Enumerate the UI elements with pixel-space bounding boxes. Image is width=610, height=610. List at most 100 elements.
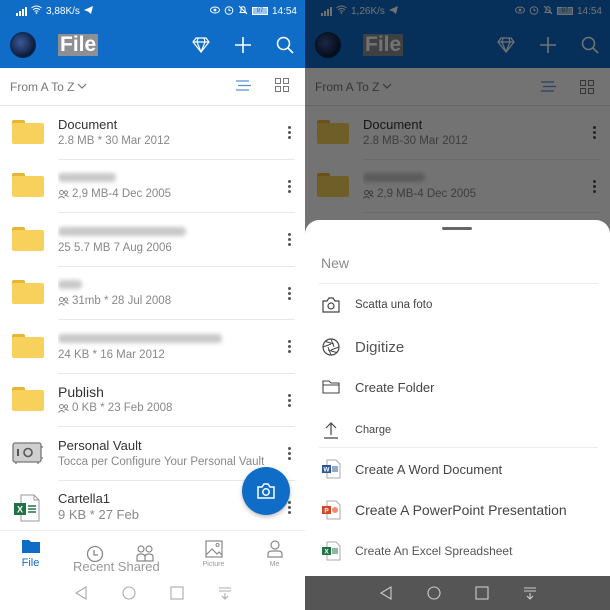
file-row[interactable]: 2,9 MB-4 Dec 2005 xyxy=(0,160,305,214)
app-bar: File xyxy=(305,22,610,68)
search-icon xyxy=(581,36,599,54)
alarm-icon xyxy=(224,5,234,18)
home-icon[interactable] xyxy=(426,586,441,600)
upload-icon xyxy=(324,422,338,439)
file-name-blurred xyxy=(58,280,82,290)
telegram-icon xyxy=(388,5,398,17)
file-row[interactable]: 25 5.7 MB 7 Aug 2006 xyxy=(0,213,305,267)
sheet-item-take-photo[interactable]: Scatta una foto xyxy=(321,290,598,320)
svg-text:W: W xyxy=(323,467,330,474)
nav-pictures[interactable]: Picture xyxy=(183,531,244,576)
sheet-item-upload[interactable]: Charge xyxy=(321,415,598,445)
list-view-icon xyxy=(541,81,556,92)
file-name-blurred xyxy=(58,226,186,236)
file-row[interactable]: Publish 0 KB * 23 Feb 2008 xyxy=(0,374,305,428)
diamond-icon xyxy=(192,37,210,53)
excel-icon: X xyxy=(322,541,341,561)
sheet-item-create-word[interactable]: W Create A Word Document xyxy=(321,454,598,484)
grid-view-icon xyxy=(580,79,594,94)
recents-icon[interactable] xyxy=(474,586,489,600)
clock-time: 14:54 xyxy=(271,5,297,17)
sheet-item-label: Create An Excel Spreadsheet xyxy=(355,544,513,558)
shared-icon xyxy=(363,189,374,199)
file-meta: 0 KB * 23 Feb 2008 xyxy=(72,402,173,415)
notification-shade-icon[interactable] xyxy=(523,586,537,600)
sort-dropdown[interactable]: From A To Z xyxy=(10,80,87,94)
file-row[interactable]: 24 KB * 16 Mar 2012 xyxy=(0,320,305,374)
grid-view-button[interactable] xyxy=(275,78,289,95)
drag-handle[interactable] xyxy=(442,227,472,230)
nav-files[interactable]: File xyxy=(0,531,61,576)
divider xyxy=(319,447,598,448)
sheet-item-create-powerpoint[interactable]: P Create A PowerPoint Presentation xyxy=(321,495,598,525)
recents-icon[interactable] xyxy=(169,586,184,600)
nav-label: Me xyxy=(269,560,280,568)
sort-label: From A To Z xyxy=(315,79,380,94)
camera-fab-button[interactable] xyxy=(242,467,290,515)
sheet-item-label: Scatta una foto xyxy=(355,299,433,311)
search-button xyxy=(580,35,600,55)
plus-icon xyxy=(540,37,556,53)
system-navigation xyxy=(305,576,610,610)
file-meta: 9 KB * 27 Feb xyxy=(58,507,139,523)
file-row[interactable]: 31mb * 28 Jul 2008 xyxy=(0,267,305,321)
search-icon xyxy=(276,36,294,54)
more-options-button[interactable] xyxy=(283,126,295,140)
search-button[interactable] xyxy=(275,35,295,55)
shared-icon xyxy=(58,296,69,306)
network-speed: 3,88K/s xyxy=(46,5,80,17)
file-row: 2,9 MB-4 Dec 2005 xyxy=(305,160,610,214)
powerpoint-icon: P xyxy=(322,500,341,520)
notification-shade-icon[interactable] xyxy=(218,586,232,600)
camera-icon xyxy=(322,297,340,313)
file-meta: 2.8 MB-30 Mar 2012 xyxy=(363,134,468,147)
folder-icon xyxy=(21,540,40,553)
back-icon[interactable] xyxy=(379,586,393,600)
aperture-icon xyxy=(322,338,340,356)
folder-icon xyxy=(317,119,349,144)
picture-icon xyxy=(204,539,223,558)
file-meta: 2,9 MB-4 Dec 2005 xyxy=(377,188,477,201)
file-row: Document 2.8 MB-30 Mar 2012 xyxy=(305,106,610,160)
sheet-title: New xyxy=(321,255,350,271)
more-options-button[interactable] xyxy=(283,447,295,461)
sheet-item-digitize[interactable]: Digitize xyxy=(321,332,598,362)
nav-label: Recent Shared xyxy=(73,559,160,574)
folder-outline-icon xyxy=(322,380,340,394)
file-row[interactable]: Document 2.8 MB * 30 Mar 2012 xyxy=(0,106,305,160)
back-icon[interactable] xyxy=(74,586,88,600)
add-button xyxy=(538,35,558,55)
person-icon xyxy=(266,539,283,558)
shared-icon xyxy=(58,189,69,199)
more-options-button[interactable] xyxy=(283,393,295,407)
sheet-item-label: Create A PowerPoint Presentation xyxy=(355,502,567,518)
folder-icon xyxy=(12,333,44,358)
nav-recent-shared-group: Recent Shared xyxy=(61,531,183,576)
add-button[interactable] xyxy=(233,35,253,55)
right-screen: 1,26K/s 97 14:54 File From A To Z Docume… xyxy=(305,0,610,610)
alarm-icon xyxy=(529,5,539,18)
svg-text:P: P xyxy=(324,508,329,515)
file-name: Document xyxy=(363,116,423,132)
avatar[interactable] xyxy=(10,32,36,58)
mute-icon xyxy=(543,5,553,18)
sheet-item-create-folder[interactable]: Create Folder xyxy=(321,372,598,402)
clock-time: 14:54 xyxy=(576,5,602,17)
file-meta: Tocca per Configure Your Personal Vault xyxy=(58,455,265,468)
divider xyxy=(319,283,598,284)
nav-me[interactable]: Me xyxy=(244,531,305,576)
sheet-item-create-excel[interactable]: X Create An Excel Spreadsheet xyxy=(321,536,598,566)
premium-button[interactable] xyxy=(191,35,211,55)
list-view-button[interactable] xyxy=(236,79,251,94)
more-options-button[interactable] xyxy=(283,233,295,247)
sort-dropdown: From A To Z xyxy=(315,80,392,94)
svg-text:X: X xyxy=(324,549,329,556)
vault-icon xyxy=(12,442,43,464)
sort-label: From A To Z xyxy=(10,79,75,94)
more-options-button[interactable] xyxy=(283,286,295,300)
more-options-button[interactable] xyxy=(283,179,295,193)
home-icon[interactable] xyxy=(121,586,136,600)
excel-file-icon: X xyxy=(14,494,40,522)
file-meta: 2,9 MB-4 Dec 2005 xyxy=(72,188,172,201)
more-options-button[interactable] xyxy=(283,340,295,354)
